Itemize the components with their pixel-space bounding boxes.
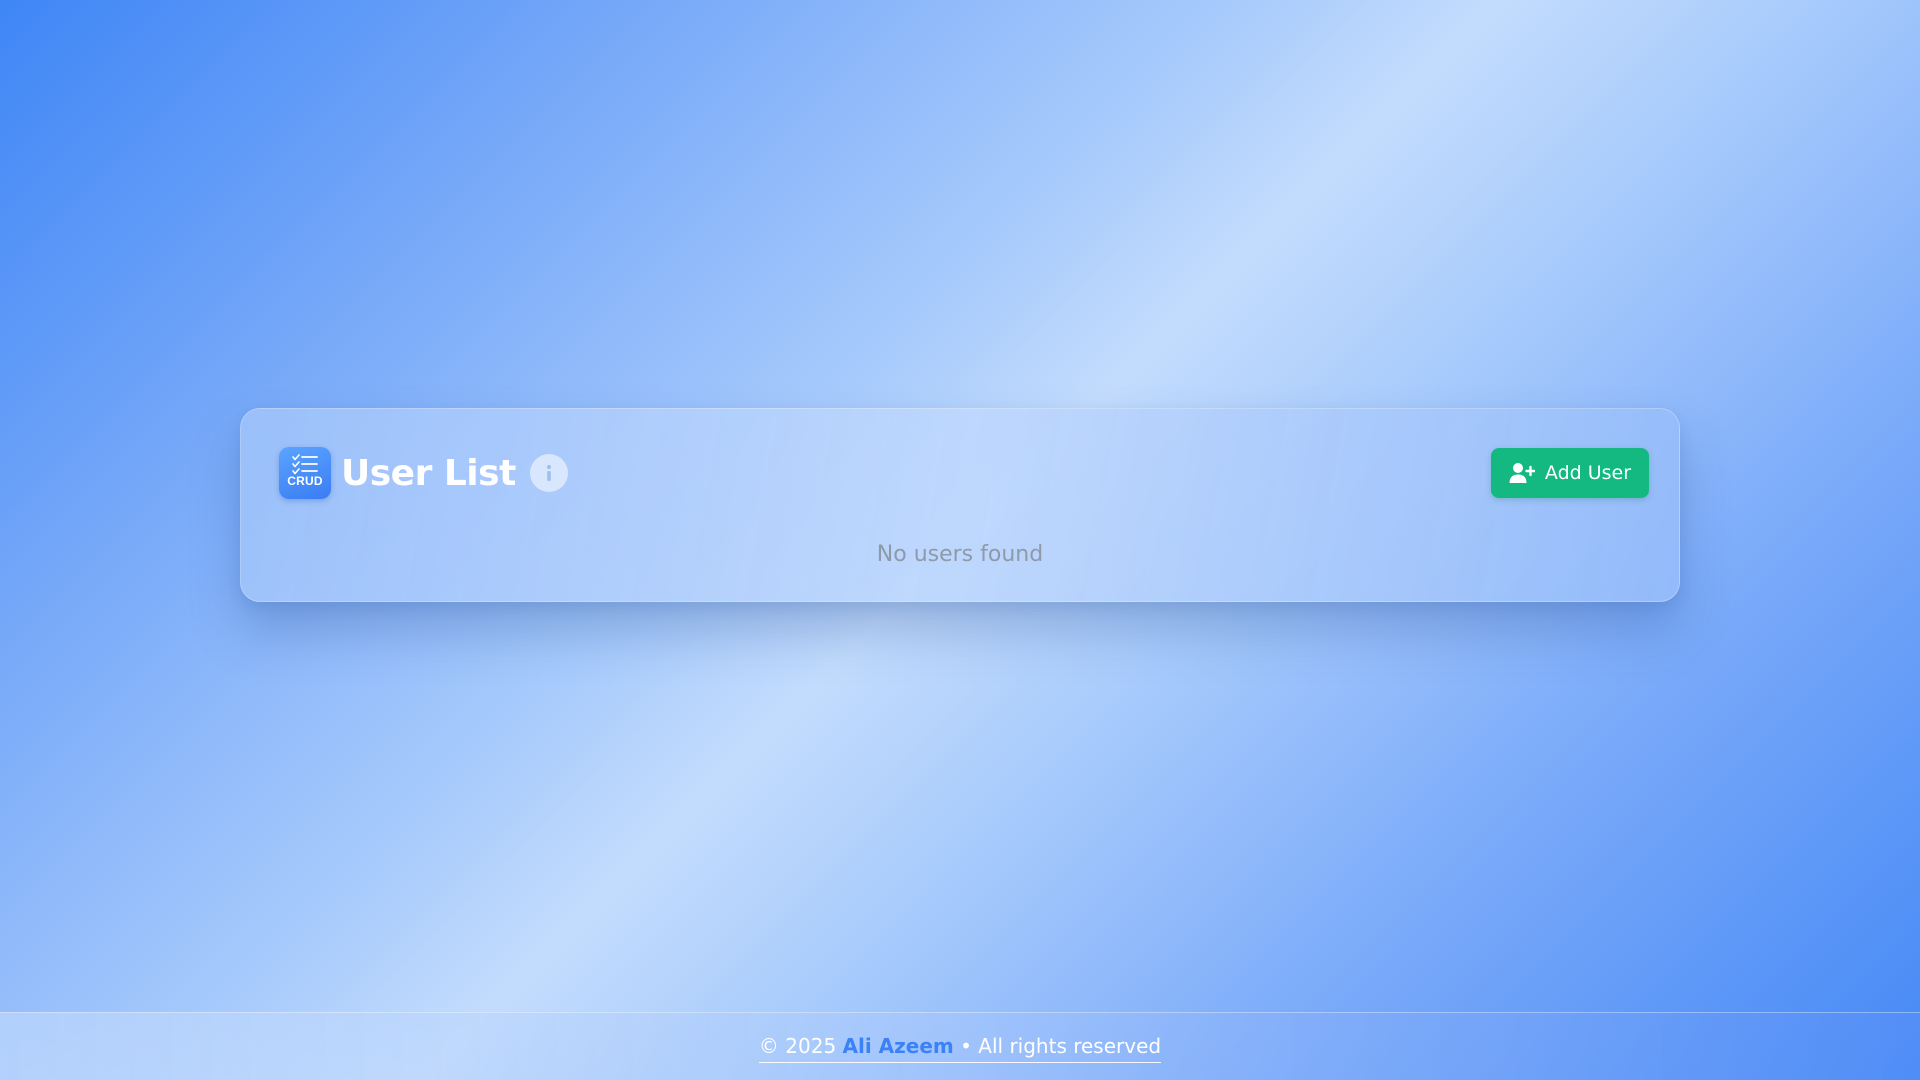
title-group: CRUD User List (279, 447, 568, 499)
info-button[interactable] (529, 454, 568, 492)
info-icon (546, 465, 551, 481)
footer: © 2025 Ali Azeem • All rights reserved (0, 1012, 1920, 1080)
checklist-icon (292, 454, 318, 475)
add-user-label: Add User (1544, 462, 1632, 484)
logo-text: CRUD (287, 474, 323, 488)
user-plus-icon (1509, 463, 1535, 483)
add-user-button[interactable]: Add User (1491, 448, 1649, 498)
footer-copyright: © 2025 (758, 1034, 837, 1058)
card-header: CRUD User List Add User (279, 447, 1649, 499)
page-title: User List (341, 452, 516, 494)
footer-text: © 2025 Ali Azeem • All rights reserved (758, 1034, 1162, 1063)
user-list-card: CRUD User List Add User No users found (240, 408, 1680, 602)
empty-state-message: No users found (876, 542, 1044, 567)
app-logo: CRUD (279, 447, 331, 499)
footer-author-link[interactable]: Ali Azeem (843, 1034, 954, 1058)
footer-rights: • All rights reserved (960, 1034, 1162, 1058)
